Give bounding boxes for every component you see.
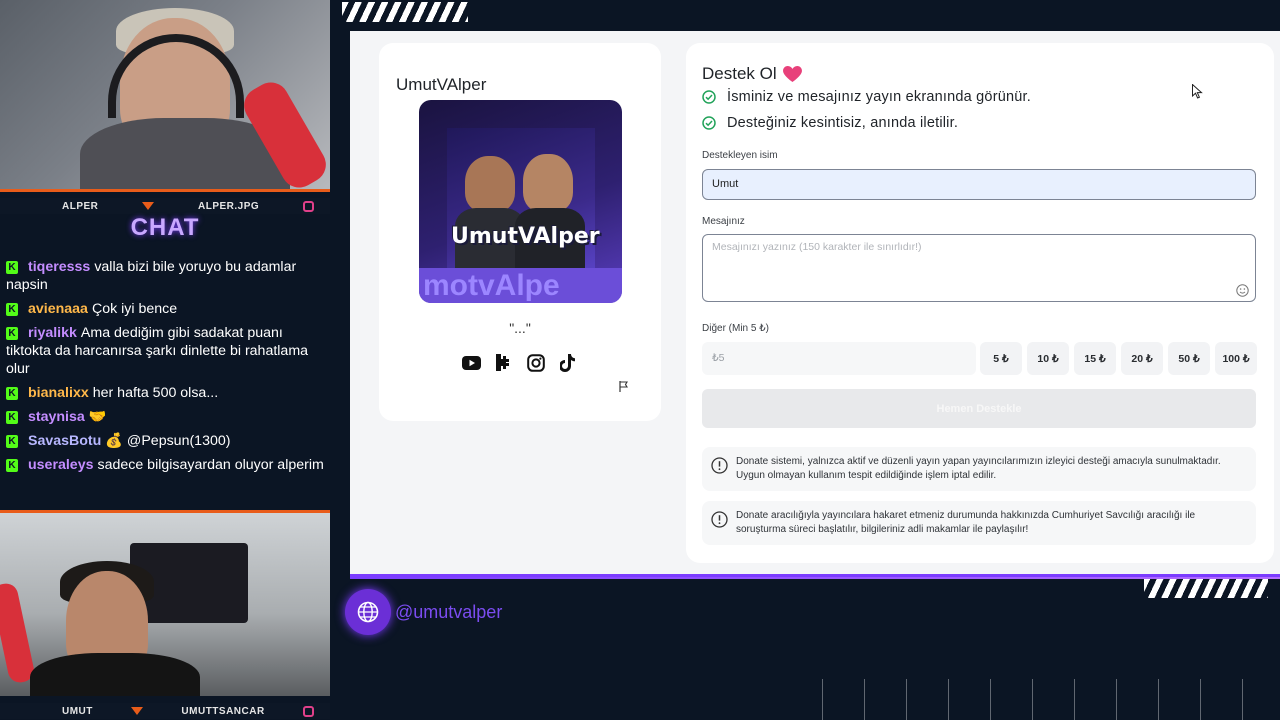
chat-username: useraleys: [28, 457, 94, 473]
decorative-dots: [822, 679, 1280, 720]
tiktok-icon[interactable]: [558, 353, 577, 372]
kick-badge-icon: K: [6, 303, 18, 316]
social-links: [462, 353, 577, 372]
notice-legal: Donate aracılığıyla yayıncılara hakaret …: [702, 501, 1256, 545]
message-placeholder: Mesajınızı yazınız (150 karakter ile sın…: [712, 241, 922, 253]
kick-badge-icon: K: [6, 261, 18, 274]
stream-handle: @umutvalper: [345, 589, 502, 635]
avatar-logo-text: UmutVAlper: [451, 224, 600, 249]
kick-badge-icon: K: [6, 327, 18, 340]
decorative-stripes: [342, 2, 468, 22]
info-circle-icon: [711, 457, 728, 474]
instagram-icon[interactable]: [526, 353, 545, 372]
chat-text: Çok iyi bence: [91, 301, 178, 317]
instagram-icon: [302, 200, 314, 212]
check-circle-icon: [702, 90, 716, 104]
microphone: [0, 581, 37, 685]
cam-name-bar-top: ALPER ALPER.JPG: [0, 198, 330, 214]
kick-icon[interactable]: [494, 353, 513, 372]
amount-button[interactable]: 10 ₺: [1027, 342, 1069, 375]
handle-text: @umutvalper: [395, 601, 503, 622]
webcam-alper: [0, 0, 330, 192]
chat-message: Kstaynisa 🤝: [6, 408, 324, 426]
chat-message: K SavasBotu 💰 @Pepsun(1300): [6, 432, 324, 450]
form-title: Destek Ol: [702, 64, 802, 84]
other-amount-label: Diğer (Min 5 ₺): [702, 323, 769, 334]
chat-text: sadece bilgisayardan oluyor alperim: [97, 457, 324, 473]
chat-message: Kuseraleys sadece bilgisayardan oluyor al…: [6, 456, 324, 474]
kick-badge-icon: K: [6, 387, 18, 400]
instagram-icon: [302, 705, 314, 717]
heart-icon: [782, 65, 802, 82]
webcam-figure-body: [30, 653, 200, 696]
info-row-delivery: Desteğiniz kesintisiz, anında iletilir.: [702, 115, 958, 131]
kick-badge-icon: K: [6, 459, 18, 472]
triangle-icon: [142, 202, 155, 210]
cam-top-right-label: ALPER.JPG: [198, 200, 260, 212]
chat-text: her hafta 500 olsa...: [92, 385, 219, 401]
avatar-band-text: motvAlpe: [419, 268, 622, 303]
preset-amounts: 5 ₺ 10 ₺ 15 ₺ 20 ₺ 50 ₺ 100 ₺: [980, 342, 1257, 375]
chat-title: CHAT: [130, 214, 200, 241]
chat-message: Ktiqeresss valla bizi bile yoruyo bu adam…: [6, 258, 324, 294]
info-row-visibility: İsminiz ve mesajınız yayın ekranında gör…: [702, 89, 1031, 105]
supporter-name-input[interactable]: Umut: [702, 169, 1256, 200]
globe-icon: [345, 589, 391, 635]
emoji-picker-icon[interactable]: [1236, 284, 1249, 302]
cam-bottom-left-label: UMUT: [62, 705, 93, 717]
custom-amount-input[interactable]: ₺5: [702, 342, 976, 375]
message-label: Mesajınız: [702, 216, 745, 227]
triangle-icon: [131, 707, 144, 715]
chat-username: staynisa: [28, 409, 85, 425]
info-text: Desteğiniz kesintisiz, anında iletilir.: [727, 115, 959, 131]
streamer-card: UmutVAlper UmutVAlper motvAlpe "...": [379, 43, 661, 421]
chat-username: riyalikk: [28, 325, 77, 341]
chat-username: avienaaa: [28, 301, 88, 317]
chat-list: Ktiqeresss valla bizi bile yoruyo bu adam…: [6, 258, 324, 480]
notice-text: Donate aracılığıyla yayıncılara hakaret …: [736, 510, 1196, 535]
mouse-cursor-icon: [1192, 84, 1203, 99]
amount-button[interactable]: 100 ₺: [1215, 342, 1257, 375]
notice-text: Donate sistemi, yalnızca aktif ve düzenl…: [736, 456, 1221, 481]
form-title-text: Destek Ol: [702, 64, 777, 83]
donate-submit-button[interactable]: Hemen Destekle: [702, 389, 1256, 428]
notice-usage: Donate sistemi, yalnızca aktif ve düzenl…: [702, 447, 1256, 491]
chat-username: SavasBotu: [28, 433, 102, 449]
donation-form-card: Destek Ol İsminiz ve mesajınız yayın ekr…: [686, 43, 1274, 563]
message-input[interactable]: Mesajınızı yazınız (150 karakter ile sın…: [702, 234, 1256, 302]
donation-page: UmutVAlper UmutVAlper motvAlpe "..." Des…: [350, 31, 1280, 577]
name-label: Destekleyen isim: [702, 150, 778, 161]
report-flag-icon[interactable]: [619, 379, 629, 397]
chat-message: Kavienaaa Çok iyi bence: [6, 300, 324, 318]
streamer-avatar: UmutVAlper motvAlpe: [419, 100, 622, 303]
check-circle-icon: [702, 116, 716, 130]
kick-badge-icon: K: [6, 435, 18, 448]
decorative-stripes: [1144, 578, 1268, 598]
amount-button[interactable]: 15 ₺: [1074, 342, 1116, 375]
kick-badge-icon: K: [6, 411, 18, 424]
amount-button[interactable]: 5 ₺: [980, 342, 1022, 375]
chat-text: 💰 @Pepsun(1300): [105, 433, 231, 449]
cam-name-bar-bottom: UMUT UMUTTSANCAR: [0, 703, 330, 719]
chat-username: tiqeresss: [28, 259, 91, 275]
avatar-face: [465, 156, 515, 212]
youtube-icon[interactable]: [462, 353, 481, 372]
streamer-name: UmutVAlper: [396, 75, 487, 94]
chat-message: Kriyalikk Ama dediğim gibi sadakat puanı …: [6, 324, 324, 378]
accent-line: [350, 577, 1280, 579]
info-circle-icon: [711, 511, 728, 528]
chat-text: 🤝: [88, 409, 107, 425]
chat-username: bianalixx: [28, 385, 89, 401]
cam-top-left-label: ALPER: [62, 200, 99, 212]
amount-button[interactable]: 20 ₺: [1121, 342, 1163, 375]
info-text: İsminiz ve mesajınız yayın ekranında gör…: [727, 89, 1031, 105]
amount-button[interactable]: 50 ₺: [1168, 342, 1210, 375]
cam-bottom-right-label: UMUTTSANCAR: [181, 705, 265, 717]
chat-message: Kbianalixx her hafta 500 olsa...: [6, 384, 324, 402]
streamer-quote: "...": [509, 320, 531, 336]
avatar-face: [523, 154, 573, 212]
webcam-umut: [0, 510, 330, 696]
